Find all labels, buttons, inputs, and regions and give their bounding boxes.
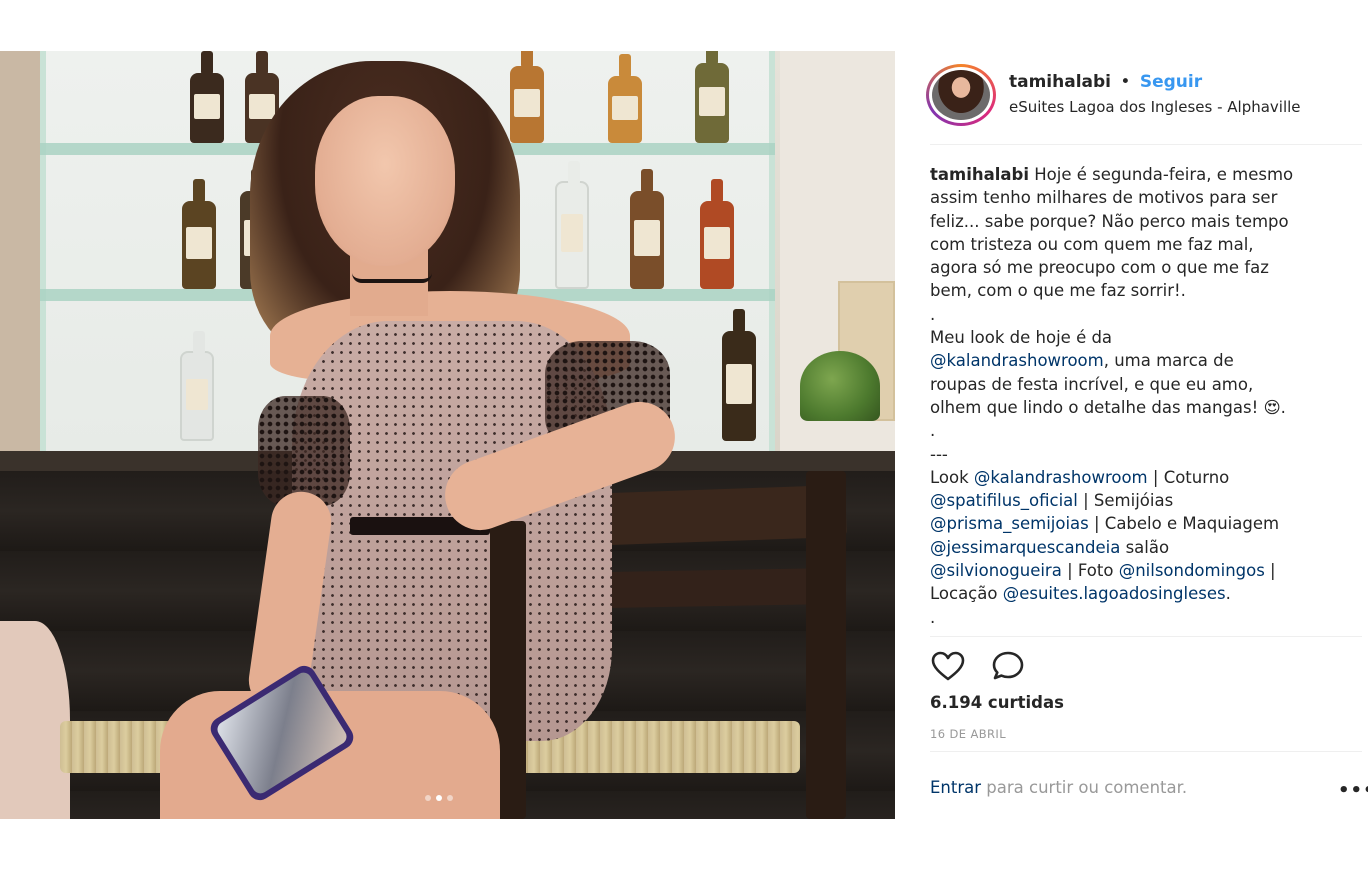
mention-link[interactable]: @spatifilus_oficial (930, 491, 1078, 510)
carousel-dot[interactable] (447, 795, 453, 801)
carousel-dot[interactable] (425, 795, 431, 801)
post-actions (930, 650, 1025, 682)
heart-icon[interactable] (930, 650, 966, 682)
post-date[interactable]: 16 DE ABRIL (930, 727, 1006, 741)
caption-text: . (1225, 584, 1231, 604)
mention-link[interactable]: @nilsondomingos (1119, 561, 1265, 580)
caption-text: . (930, 304, 936, 324)
photo-bottle (190, 51, 224, 143)
photo-bottle (510, 51, 544, 143)
caption-text: Meu look de hoje é da (930, 328, 1113, 348)
avatar[interactable] (926, 64, 996, 126)
caption-text: salão (1120, 537, 1170, 557)
more-options-icon[interactable]: ••• (1338, 780, 1368, 801)
post-header: tamihalabi • Seguir eSuites Lagoa dos In… (926, 64, 1362, 126)
caption-text: olhem que lindo o detalhe das mangas! 😍. (930, 397, 1286, 417)
divider (930, 144, 1362, 145)
caption-text: com tristeza ou com quem me faz mal, (930, 234, 1254, 254)
caption-text: . (930, 607, 936, 627)
login-prompt-text: para curtir ou comentar. (981, 778, 1188, 797)
location-link[interactable]: eSuites Lagoa dos Ingleses - Alphaville (1009, 98, 1301, 116)
photo-bottle (695, 51, 729, 143)
photo-bottle (630, 169, 664, 289)
photo-bottle (700, 179, 734, 289)
caption-text: | (1264, 561, 1276, 581)
carousel-indicator (425, 795, 453, 801)
caption-text: , uma marca de (1103, 351, 1234, 371)
mention-link[interactable]: @kalandrashowroom (974, 468, 1148, 487)
likes-count[interactable]: 6.194 curtidas (930, 693, 1064, 712)
caption-text: Hoje é segunda-feira, e mesmo (1034, 165, 1294, 184)
caption-text: | Cabelo e Maquiagem (1088, 514, 1280, 534)
separator-dot: • (1120, 72, 1131, 92)
mention-link[interactable]: @silvionogueira (930, 561, 1062, 580)
caption-text: Locação (930, 584, 1003, 604)
photo-bottle (555, 161, 589, 289)
login-prompt: Entrar para curtir ou comentar. (930, 778, 1187, 797)
caption-text: Look (930, 467, 974, 487)
caption-username[interactable]: tamihalabi (930, 165, 1029, 184)
caption-text: | Semijóias (1077, 491, 1174, 511)
caption-text: roupas de festa incrível, e que eu amo, (930, 374, 1254, 394)
photo-chair-post (806, 471, 846, 819)
carousel-dot-active[interactable] (436, 795, 442, 801)
mention-link[interactable]: @prisma_semijoias (930, 514, 1089, 533)
mention-link[interactable]: @jessimarquescandeia (930, 538, 1120, 557)
divider (930, 751, 1362, 752)
photo-wall (0, 51, 40, 456)
divider (930, 636, 1362, 637)
photo-bottle (608, 54, 642, 143)
avatar-image (932, 70, 990, 120)
photo-sleeve (258, 396, 350, 506)
photo-blanket (0, 621, 70, 819)
post-caption: tamihalabi Hoje é segunda-feira, e mesmo… (930, 163, 1350, 629)
comment-icon[interactable] (991, 650, 1025, 682)
caption-text: bem, com o que me faz sorrir!. (930, 281, 1186, 301)
caption-text: --- (930, 444, 948, 464)
follow-button[interactable]: Seguir (1140, 72, 1202, 92)
photo-choker (352, 273, 432, 283)
post-photo[interactable] (0, 51, 895, 819)
caption-text: | Coturno (1147, 467, 1230, 487)
photo-bottle (182, 179, 216, 289)
username-link[interactable]: tamihalabi (1009, 72, 1111, 92)
login-link[interactable]: Entrar (930, 778, 981, 797)
caption-text: | Foto (1061, 561, 1119, 581)
caption-text: feliz... sabe porque? Não perco mais tem… (930, 211, 1289, 231)
photo-bottle (180, 331, 214, 441)
header-user-line: tamihalabi • Seguir (1009, 72, 1202, 92)
mention-link[interactable]: @esuites.lagoadosingleses (1003, 584, 1226, 603)
photo-bottle (722, 309, 756, 441)
mention-link[interactable]: @kalandrashowroom (930, 351, 1104, 370)
caption-text: assim tenho milhares de motivos para ser (930, 188, 1278, 208)
caption-text: agora só me preocupo com o que me faz (930, 258, 1269, 278)
photo-woman-face (315, 96, 455, 266)
photo-plant (800, 351, 880, 421)
caption-text: . (930, 421, 936, 441)
